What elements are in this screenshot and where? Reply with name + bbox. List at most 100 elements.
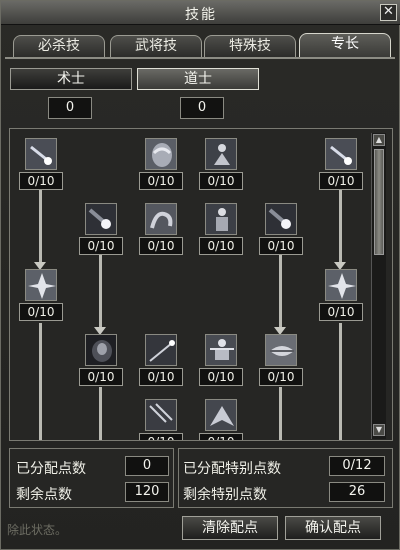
skill-slot[interactable]: 0/10 <box>79 203 123 257</box>
skill-icon <box>145 203 177 235</box>
connector-line <box>279 254 282 327</box>
skill-icon <box>25 269 57 301</box>
shooting-star-icon <box>146 335 176 365</box>
skill-slot[interactable]: 0/10 <box>319 269 363 323</box>
skill-icon <box>85 203 117 235</box>
skill-icon <box>205 334 237 366</box>
comet-icon <box>326 139 356 169</box>
window-title: 技能 <box>185 7 217 23</box>
skill-icon <box>85 334 117 366</box>
skill-slot[interactable]: 0/10 <box>139 203 183 257</box>
skill-slot[interactable]: 0/10 <box>319 138 363 192</box>
connector-line <box>339 189 342 262</box>
close-button[interactable]: ✕ <box>380 4 397 21</box>
skill-icon <box>325 138 357 170</box>
skill-slot[interactable]: 0/10 <box>79 334 123 388</box>
skill-level: 0/10 <box>259 368 303 386</box>
skill-icon <box>205 399 237 431</box>
lips-icon <box>266 335 296 365</box>
skill-tree-panel: 0/10 0/10 0/10 0/10 0/10 0/10 0/10 0/10 … <box>9 128 393 441</box>
dark-portrait-icon <box>86 335 116 365</box>
skill-slot[interactable]: 0/10 <box>139 399 183 440</box>
skill-level: 0/10 <box>199 433 243 440</box>
special-remaining-label: 剩余特别点数 <box>183 487 267 503</box>
scroll-down-button[interactable]: ▼ <box>373 424 385 436</box>
skill-slot[interactable]: 0/10 <box>259 334 303 388</box>
special-points-summary: 已分配特别点数 0/12 剩余特别点数 26 <box>178 448 393 508</box>
tab-bar: 必杀技 武将技 特殊技 专长 <box>9 33 393 57</box>
remaining-points-label: 剩余点数 <box>16 487 72 503</box>
connector-line <box>99 387 102 440</box>
class-button-warlock[interactable]: 术士 <box>10 68 132 90</box>
allocated-points-value: 0 <box>125 456 169 476</box>
tab-special-move[interactable]: 必杀技 <box>13 35 105 57</box>
skill-icon <box>265 203 297 235</box>
meditating-figure-icon <box>206 139 236 169</box>
skill-slot[interactable]: 0/10 <box>19 138 63 192</box>
taoist-points: 0 <box>180 97 224 119</box>
meteor-shower-icon <box>146 400 176 430</box>
flexed-arm-icon <box>146 204 176 234</box>
skill-slot[interactable]: 0/10 <box>139 138 183 192</box>
skills-window: 技能 ✕ 必杀技 武将技 特殊技 专长 术士 道士 0 0 0/10 0/10 <box>0 0 400 550</box>
tab-special-skill[interactable]: 特殊技 <box>204 35 296 57</box>
connector-line <box>39 323 42 440</box>
special-remaining-value: 26 <box>329 482 385 502</box>
skill-slot[interactable]: 0/10 <box>259 203 303 257</box>
warrior-icon <box>206 335 236 365</box>
points-summary: 已分配点数 0 剩余点数 120 <box>9 448 174 508</box>
skill-level: 0/10 <box>139 433 183 440</box>
tree-scrollbar[interactable]: ▲ ▼ <box>371 133 386 439</box>
skill-level: 0/10 <box>139 368 183 386</box>
allocated-points-label: 已分配点数 <box>16 461 86 477</box>
skill-level: 0/10 <box>139 172 183 190</box>
crystal-burst-icon <box>26 270 56 300</box>
class-button-taoist[interactable]: 道士 <box>137 68 259 90</box>
tab-general-skill[interactable]: 武将技 <box>110 35 202 57</box>
crystal-burst-icon <box>326 270 356 300</box>
skill-icon <box>145 399 177 431</box>
confirm-points-button[interactable]: 确认配点 <box>285 516 381 540</box>
skill-level: 0/10 <box>79 237 123 255</box>
robed-figure-icon <box>206 204 236 234</box>
special-allocated-value: 0/12 <box>329 456 385 476</box>
skill-icon <box>145 334 177 366</box>
skill-level: 0/10 <box>319 172 363 190</box>
skill-level: 0/10 <box>19 172 63 190</box>
close-icon: ✕ <box>383 4 394 19</box>
tab-specialty[interactable]: 专长 <box>299 33 391 57</box>
skill-level: 0/10 <box>79 368 123 386</box>
special-allocated-label: 已分配特别点数 <box>183 461 281 477</box>
skill-level: 0/10 <box>19 303 63 321</box>
skill-level: 0/10 <box>259 237 303 255</box>
clear-points-button[interactable]: 清除配点 <box>182 516 278 540</box>
fireball-icon <box>86 204 116 234</box>
connector-line <box>339 323 342 440</box>
connector-line <box>279 387 282 440</box>
skill-slot[interactable]: 0/10 <box>199 334 243 388</box>
skill-icon <box>265 334 297 366</box>
skill-slot[interactable]: 0/10 <box>19 269 63 323</box>
skill-icon <box>205 138 237 170</box>
skill-icon <box>325 269 357 301</box>
skill-level: 0/10 <box>139 237 183 255</box>
remaining-points-value: 120 <box>125 482 169 502</box>
skill-icon <box>25 138 57 170</box>
comet-icon <box>26 139 56 169</box>
tab-divider <box>5 57 395 59</box>
scroll-thumb[interactable] <box>374 149 384 255</box>
veiled-face-icon <box>146 139 176 169</box>
fireball-icon <box>266 204 296 234</box>
warlock-points: 0 <box>48 97 92 119</box>
background-status-text: 除此状态。 <box>7 523 68 537</box>
skill-slot[interactable]: 0/10 <box>199 203 243 257</box>
skill-icon <box>205 203 237 235</box>
skill-slot[interactable]: 0/10 <box>199 399 243 440</box>
scroll-up-button[interactable]: ▲ <box>373 134 385 146</box>
skill-slot[interactable]: 0/10 <box>199 138 243 192</box>
winged-figure-icon <box>206 400 236 430</box>
skill-icon <box>145 138 177 170</box>
title-bar[interactable]: 技能 ✕ <box>1 1 400 25</box>
skill-level: 0/10 <box>199 237 243 255</box>
skill-slot[interactable]: 0/10 <box>139 334 183 388</box>
